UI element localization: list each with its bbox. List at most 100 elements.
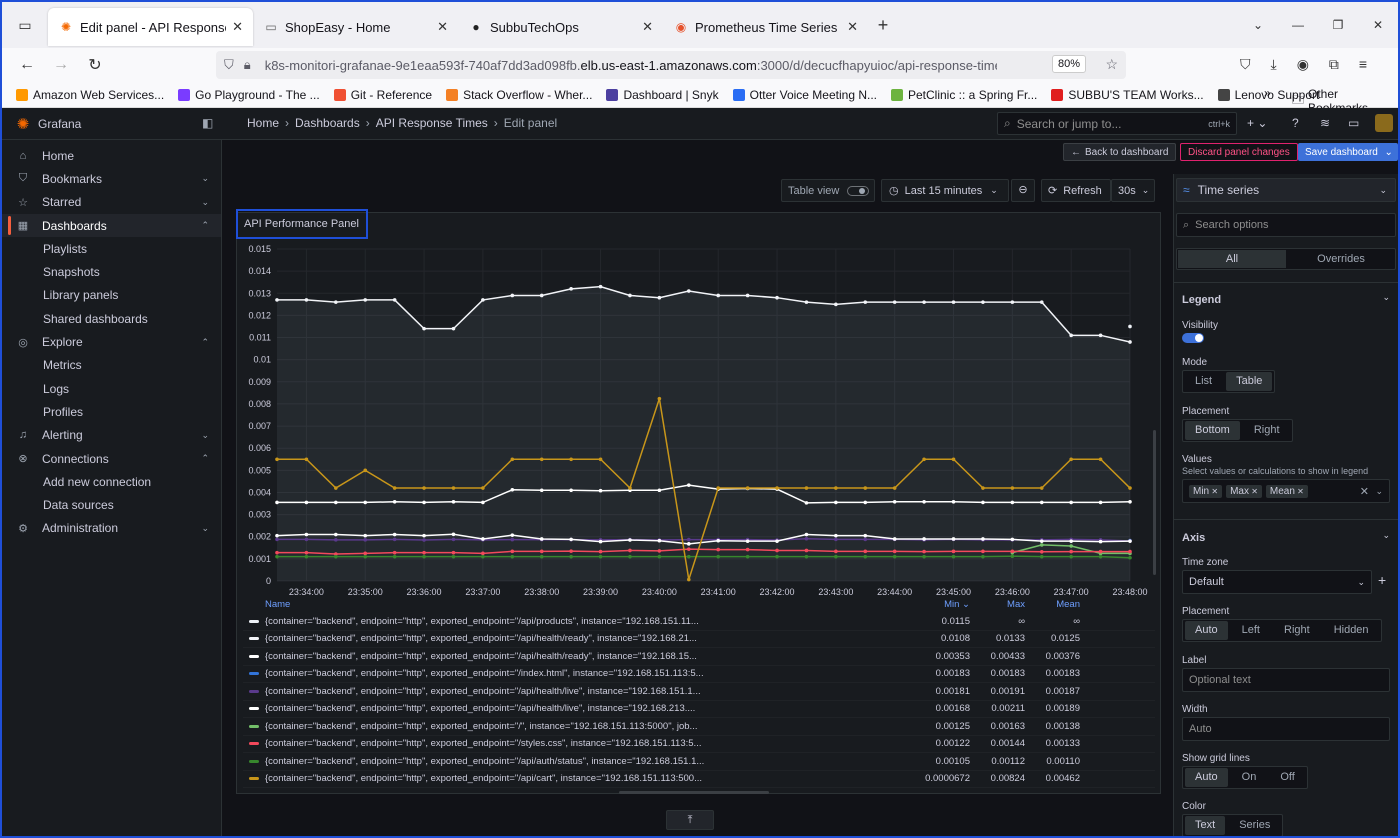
close-tab-icon[interactable]: ✕ bbox=[232, 19, 243, 35]
remove-tag-icon[interactable]: ✕ bbox=[1295, 487, 1304, 496]
placement-bottom[interactable]: Bottom bbox=[1185, 421, 1240, 440]
bookmark-item[interactable]: Amazon Web Services... bbox=[16, 88, 164, 102]
nav-item-bookmarks[interactable]: ⛉ Bookmarks ⌄ bbox=[2, 167, 221, 190]
add-icon[interactable]: + ⌄ bbox=[1247, 116, 1267, 130]
chevron-down-icon[interactable]: ⌄ bbox=[201, 523, 209, 534]
account-icon[interactable]: ◉ bbox=[1297, 56, 1309, 73]
axis-section-title[interactable]: Axis bbox=[1182, 532, 1205, 544]
axis-right[interactable]: Right bbox=[1274, 621, 1320, 640]
horizontal-scrollbar[interactable] bbox=[619, 791, 769, 794]
nav-item-playlists[interactable]: Playlists bbox=[2, 237, 221, 260]
add-timezone-icon[interactable]: + bbox=[1378, 572, 1386, 588]
restore-icon[interactable]: ❐ bbox=[1318, 18, 1358, 32]
star-icon[interactable]: ☆ bbox=[1105, 56, 1118, 73]
refresh-interval-picker[interactable]: 30s ⌄ bbox=[1111, 179, 1155, 202]
grid-off[interactable]: Off bbox=[1270, 768, 1304, 787]
visibility-switch[interactable] bbox=[1182, 333, 1204, 343]
remove-tag-icon[interactable]: ✕ bbox=[1209, 487, 1218, 496]
legend-header-max[interactable]: Max bbox=[970, 599, 1025, 613]
bookmark-item[interactable]: PetClinic :: a Spring Fr... bbox=[891, 88, 1037, 102]
axis-auto[interactable]: Auto bbox=[1185, 621, 1228, 640]
chevron-up-icon[interactable]: ⌃ bbox=[201, 453, 209, 464]
clear-icon[interactable]: ✕ bbox=[1360, 485, 1369, 498]
legend-row[interactable]: {container="backend", endpoint="http", e… bbox=[243, 631, 1155, 648]
legend-row[interactable]: {container="backend", endpoint="http", e… bbox=[243, 683, 1155, 701]
grid-on[interactable]: On bbox=[1232, 768, 1267, 787]
dock-menu-icon[interactable]: ◧ bbox=[202, 116, 213, 130]
breadcrumb-item[interactable]: Home bbox=[247, 116, 279, 130]
nav-item-administration[interactable]: ⚙ Administration ⌄ bbox=[2, 517, 221, 540]
nav-item-data-sources[interactable]: Data sources bbox=[2, 493, 221, 516]
time-range-picker[interactable]: ◷ Last 15 minutes ⌄ bbox=[881, 179, 1009, 202]
chevron-down-icon[interactable]: ⌄ bbox=[1382, 292, 1390, 303]
chevron-down-icon[interactable]: ⌄ bbox=[201, 173, 209, 184]
legend-row[interactable]: {container="backend", endpoint="http", e… bbox=[243, 718, 1155, 736]
bookmark-item[interactable]: Otter Voice Meeting N... bbox=[732, 88, 877, 102]
breadcrumb-item[interactable]: API Response Times bbox=[376, 116, 488, 130]
nav-item-library-panels[interactable]: Library panels bbox=[2, 284, 221, 307]
legend-header-mean[interactable]: Mean bbox=[1025, 599, 1080, 613]
table-view-toggle[interactable]: Table view bbox=[781, 179, 875, 202]
close-tab-icon[interactable]: ✕ bbox=[847, 19, 858, 35]
placement-right[interactable]: Right bbox=[1244, 421, 1290, 440]
legend-row[interactable]: {container="backend", endpoint="http", e… bbox=[243, 753, 1155, 771]
chevron-down-icon[interactable]: ⌄ bbox=[201, 430, 209, 441]
menu-icon[interactable]: ≡ bbox=[1359, 56, 1367, 73]
nav-item-alerting[interactable]: ♫ Alerting ⌄ bbox=[2, 424, 221, 447]
value-tag[interactable]: Min ✕ bbox=[1189, 484, 1223, 498]
bookmark-item[interactable]: SUBBU'S TEAM Works... bbox=[1051, 88, 1204, 102]
close-tab-icon[interactable]: ✕ bbox=[642, 19, 653, 35]
back-to-dashboard-button[interactable]: ← Back to dashboard bbox=[1063, 143, 1177, 161]
nav-item-snapshots[interactable]: Snapshots bbox=[2, 260, 221, 283]
grid-auto[interactable]: Auto bbox=[1185, 768, 1228, 787]
grafana-logo-icon[interactable]: ✺ bbox=[8, 115, 38, 133]
browser-tab[interactable]: ✺ Edit panel - API Response Times ✕ bbox=[48, 8, 253, 46]
chevron-up-icon[interactable]: ⌃ bbox=[201, 220, 209, 231]
tab-overrides[interactable]: Overrides bbox=[1287, 249, 1395, 269]
color-series[interactable]: Series bbox=[1229, 816, 1280, 835]
legend-section-title[interactable]: Legend bbox=[1182, 294, 1221, 306]
timezone-select[interactable]: Default ⌄ bbox=[1182, 570, 1372, 594]
nav-item-dashboards[interactable]: ▦ Dashboards ⌃ bbox=[2, 213, 221, 238]
bookmark-item[interactable]: Go Playground - The ... bbox=[178, 88, 320, 102]
nav-item-connections[interactable]: ⊗ Connections ⌃ bbox=[2, 447, 221, 470]
collapse-editor-icon[interactable]: ⤒ bbox=[666, 810, 714, 830]
value-tag[interactable]: Max ✕ bbox=[1226, 484, 1262, 498]
chevron-up-icon[interactable]: ⌃ bbox=[201, 337, 209, 348]
axis-left[interactable]: Left bbox=[1232, 621, 1270, 640]
bookmark-item[interactable]: Dashboard | Snyk bbox=[606, 88, 719, 102]
download-icon[interactable]: ⤓ bbox=[1271, 56, 1277, 73]
browser-tab[interactable]: ◉ Prometheus Time Series Collect ✕ bbox=[663, 8, 868, 46]
legend-row[interactable]: {container="backend", endpoint="http", e… bbox=[243, 666, 1155, 683]
breadcrumb-item[interactable]: Dashboards bbox=[295, 116, 360, 130]
minimize-icon[interactable]: — bbox=[1278, 18, 1318, 32]
axis-hidden[interactable]: Hidden bbox=[1324, 621, 1379, 640]
kiosk-icon[interactable]: ▭ bbox=[1348, 116, 1359, 130]
extensions-icon[interactable]: ⧉ bbox=[1329, 56, 1339, 73]
vertical-scrollbar[interactable] bbox=[1153, 430, 1156, 575]
mode-table[interactable]: Table bbox=[1226, 372, 1273, 391]
back-arrow-icon[interactable]: ← bbox=[10, 56, 44, 74]
url-bar[interactable]: ⛉ 🔒︎ k8s-monitori-grafanae-9e1eaa593f-74… bbox=[216, 51, 1126, 79]
reload-icon[interactable]: ↻ bbox=[78, 55, 112, 75]
nav-item-shared-dashboards[interactable]: Shared dashboards bbox=[2, 307, 221, 330]
nav-item-metrics[interactable]: Metrics bbox=[2, 354, 221, 377]
legend-row[interactable]: {container="backend", endpoint="http", e… bbox=[243, 736, 1155, 753]
close-window-icon[interactable]: ✕ bbox=[1358, 18, 1398, 32]
refresh-button[interactable]: ⟳ Refresh bbox=[1041, 179, 1111, 202]
chevron-down-icon[interactable]: ⌄ bbox=[1382, 530, 1390, 541]
legend-header-min[interactable]: Min ⌄ bbox=[915, 599, 970, 613]
legend-row[interactable]: {container="backend", endpoint="http", e… bbox=[243, 613, 1155, 631]
close-tab-icon[interactable]: ✕ bbox=[437, 19, 448, 35]
avatar[interactable] bbox=[1375, 114, 1393, 132]
options-search-input[interactable]: ⌕ Search options bbox=[1176, 213, 1396, 237]
panel-title[interactable]: API Performance Panel bbox=[236, 209, 368, 239]
tab-all[interactable]: All bbox=[1178, 250, 1286, 268]
color-text[interactable]: Text bbox=[1185, 816, 1226, 835]
bookmark-item[interactable]: Stack Overflow - Wher... bbox=[446, 88, 592, 102]
remove-tag-icon[interactable]: ✕ bbox=[1249, 487, 1258, 496]
chevron-down-icon[interactable]: ⌄ bbox=[201, 197, 209, 208]
browser-tab[interactable]: ● SubbuTechOps ✕ bbox=[458, 8, 663, 46]
forward-arrow-icon[interactable]: → bbox=[44, 56, 78, 74]
news-icon[interactable]: ≋ bbox=[1320, 116, 1330, 130]
